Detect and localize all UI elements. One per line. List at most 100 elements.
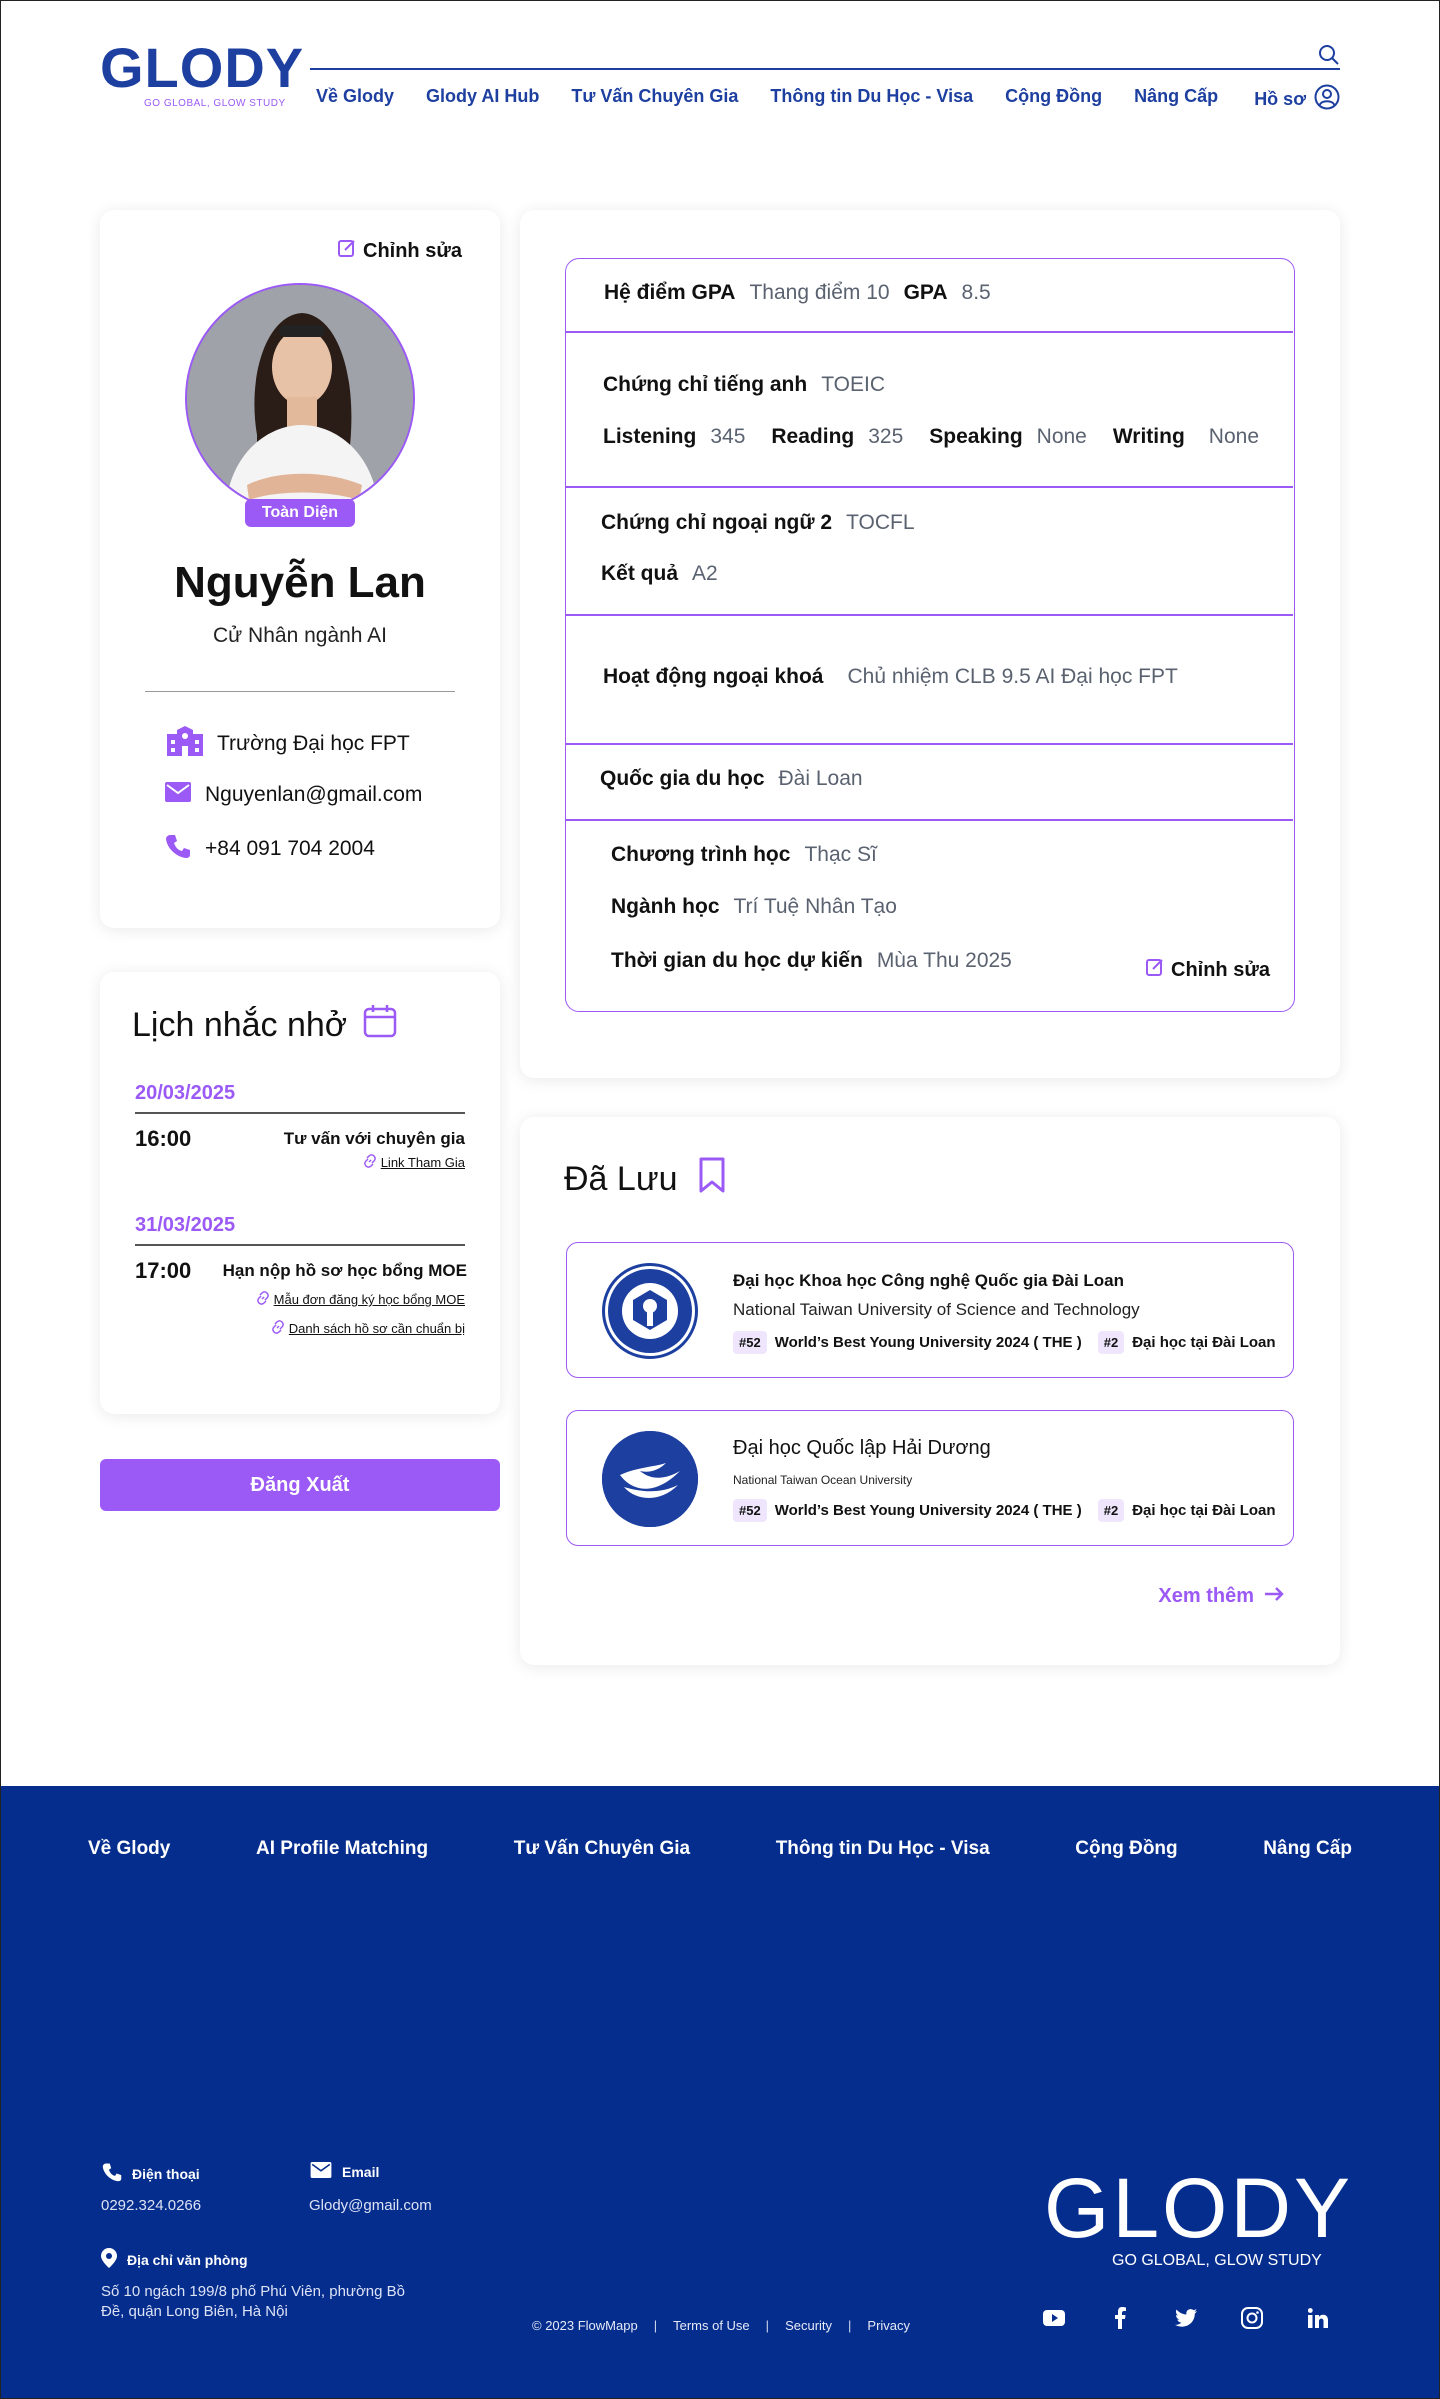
major-label: Ngành học	[611, 895, 720, 918]
glody-logo[interactable]: GLODY GO GLOBAL, GLOW STUDY	[100, 36, 305, 110]
country-value: Đài Loan	[778, 767, 863, 790]
reminder-link[interactable]: Mẫu đơn đăng ký học bổng MOE	[256, 1291, 465, 1308]
reminder-text: Tư vấn với chuyên gia	[283, 1129, 465, 1148]
saved-university-card[interactable]: Đại học Khoa học Công nghệ Quốc gia Đài …	[566, 1242, 1294, 1378]
see-more-link[interactable]: Xem thêm	[1158, 1585, 1284, 1608]
footer-logo[interactable]: GLODY GO GLOBAL, GLOW STUDY	[1044, 2166, 1350, 2270]
activities-value: Chủ nhiệm CLB 9.5 AI Đại học FPT	[847, 665, 1178, 688]
logo-tagline: GO GLOBAL, GLOW STUDY	[144, 98, 286, 109]
info-divider	[566, 614, 1293, 616]
avatar	[185, 283, 415, 513]
major-row: Ngành học Trí Tuệ Nhân Tạo	[611, 895, 897, 919]
nav-ai-hub[interactable]: Glody AI Hub	[426, 86, 539, 107]
nav-du-hoc-visa[interactable]: Thông tin Du Học - Visa	[770, 86, 973, 107]
logo-text: GLODY	[100, 36, 305, 99]
rank-text: Đại học tại Đài Loan	[1132, 1502, 1276, 1519]
link-icon	[271, 1320, 285, 1337]
search-icon[interactable]	[1318, 44, 1340, 66]
rank-text: World’s Best Young University 2024 ( THE…	[774, 1502, 1082, 1519]
edit-icon	[1145, 957, 1165, 983]
footer-nav-tu-van[interactable]: Tư Vấn Chuyên Gia	[514, 1838, 690, 1860]
nav-nang-cap[interactable]: Nâng Cấp	[1134, 86, 1218, 107]
reminder-divider	[135, 1244, 465, 1246]
listening-label: Listening	[603, 425, 697, 448]
social-links	[1042, 2306, 1330, 2330]
bookmark-icon[interactable]	[698, 1157, 726, 1202]
nav-profile[interactable]: Hồ sơ	[1254, 84, 1340, 115]
reading-value: 325	[868, 425, 904, 448]
school-icon	[167, 726, 203, 762]
nav-ve-glody[interactable]: Về Glody	[316, 86, 394, 107]
footer-nav-cong-dong[interactable]: Cộng Đồng	[1075, 1838, 1177, 1860]
reminder-link-label: Link Tham Gia	[380, 1155, 465, 1170]
rank-tag: #2	[1097, 1331, 1125, 1354]
nav-cong-dong[interactable]: Cộng Đồng	[1005, 86, 1102, 107]
program-label: Chương trình học	[611, 843, 791, 866]
footer-nav-ve-glody[interactable]: Về Glody	[88, 1838, 170, 1860]
footer-address-label-row: Địa chỉ văn phòng	[101, 2248, 248, 2271]
footer-phone: 0292.324.0266	[101, 2197, 202, 2214]
university-english-name: National Taiwan Ocean University	[733, 1473, 913, 1487]
speaking-label: Speaking	[929, 425, 1023, 448]
reminder-link-label: Mẫu đơn đăng ký học bổng MOE	[273, 1292, 465, 1307]
second-lang-row: Chứng chỉ ngoại ngữ 2 TOCFL	[601, 511, 915, 535]
reminder-link[interactable]: Danh sách hồ sơ cần chuẩn bị	[271, 1320, 465, 1337]
facebook-icon[interactable]	[1108, 2306, 1132, 2330]
gpa-value: 8.5	[961, 281, 991, 304]
saved-card: Đã Lưu Đại học Khoa học Công nghệ Quốc g…	[520, 1117, 1340, 1665]
terms-link[interactable]: Terms of Use	[673, 2318, 750, 2333]
profile-phone: +84 091 704 2004	[205, 837, 375, 860]
reminder-title: Lịch nhắc nhở	[132, 1006, 348, 1044]
footer-nav-ai-profile[interactable]: AI Profile Matching	[256, 1838, 428, 1860]
info-divider	[566, 331, 1293, 333]
university-english-name: National Taiwan University of Science an…	[733, 1300, 1140, 1319]
main-nav: Về Glody Glody AI Hub Tư Vấn Chuyên Gia …	[316, 86, 1218, 107]
saved-university-card[interactable]: Đại học Quốc lập Hải Dương National Taiw…	[566, 1410, 1294, 1546]
instagram-icon[interactable]	[1240, 2306, 1264, 2330]
info-divider	[566, 486, 1293, 488]
ntust-logo-icon	[602, 1263, 698, 1359]
phone-icon	[102, 2162, 122, 2185]
youtube-icon[interactable]	[1042, 2306, 1066, 2330]
info-edit-button[interactable]: Chỉnh sửa	[1145, 957, 1270, 983]
program-row: Chương trình học Thạc Sĩ	[611, 843, 877, 867]
twitter-icon[interactable]	[1174, 2306, 1198, 2330]
reminder-divider	[135, 1112, 465, 1114]
second-lang-label: Chứng chỉ ngoại ngữ 2	[601, 511, 833, 534]
location-pin-icon	[101, 2248, 117, 2271]
linkedin-icon[interactable]	[1306, 2306, 1330, 2330]
country-row: Quốc gia du học Đài Loan	[600, 767, 863, 791]
reminder-link[interactable]: Link Tham Gia	[363, 1154, 465, 1171]
logout-button[interactable]: Đăng Xuất	[100, 1459, 500, 1511]
program-value: Thạc Sĩ	[804, 843, 877, 866]
reminder-date: 31/03/2025	[135, 1214, 236, 1236]
profile-email[interactable]: Nguyenlan@gmail.com	[205, 783, 422, 807]
copyright: © 2023 FlowMapp	[532, 2318, 638, 2333]
gpa-system-label: Hệ điểm GPA	[604, 281, 736, 304]
search-bar[interactable]	[310, 68, 1340, 70]
rank-text: World’s Best Young University 2024 ( THE…	[774, 1334, 1082, 1351]
study-time-label: Thời gian du học dự kiến	[611, 949, 863, 972]
reminder-date: 20/03/2025	[135, 1082, 236, 1104]
footer-nav-du-hoc-visa[interactable]: Thông tin Du Học - Visa	[776, 1838, 990, 1860]
rank-tag: #52	[733, 1499, 767, 1522]
footer-email[interactable]: Glody@gmail.com	[309, 2196, 432, 2216]
result-value: A2	[692, 562, 718, 585]
profile-school-row: Trường Đại học FPT	[167, 726, 410, 762]
profile-phone-row: +84 091 704 2004	[165, 833, 375, 865]
calendar-icon[interactable]	[363, 1004, 397, 1047]
reminder-link-label: Danh sách hồ sơ cần chuẩn bị	[288, 1321, 465, 1336]
security-link[interactable]: Security	[785, 2318, 832, 2333]
privacy-link[interactable]: Privacy	[867, 2318, 910, 2333]
footer-email-label-row: Email	[310, 2162, 379, 2181]
footer-nav-nang-cap[interactable]: Nâng Cấp	[1263, 1838, 1352, 1860]
nav-tu-van[interactable]: Tư Vấn Chuyên Gia	[571, 86, 738, 107]
study-time-value: Mùa Thu 2025	[876, 949, 1012, 972]
reminder-card: Lịch nhắc nhở 20/03/2025 16:00 Tư vấn vớ…	[100, 972, 500, 1414]
user-circle-icon	[1314, 84, 1340, 115]
edit-icon	[337, 238, 357, 264]
rank-tag: #2	[1097, 1499, 1125, 1522]
see-more-label: Xem thêm	[1158, 1585, 1254, 1607]
site-header: GLODY GO GLOBAL, GLOW STUDY Về Glody Glo…	[100, 40, 1340, 120]
profile-edit-button[interactable]: Chỉnh sửa	[337, 238, 462, 264]
